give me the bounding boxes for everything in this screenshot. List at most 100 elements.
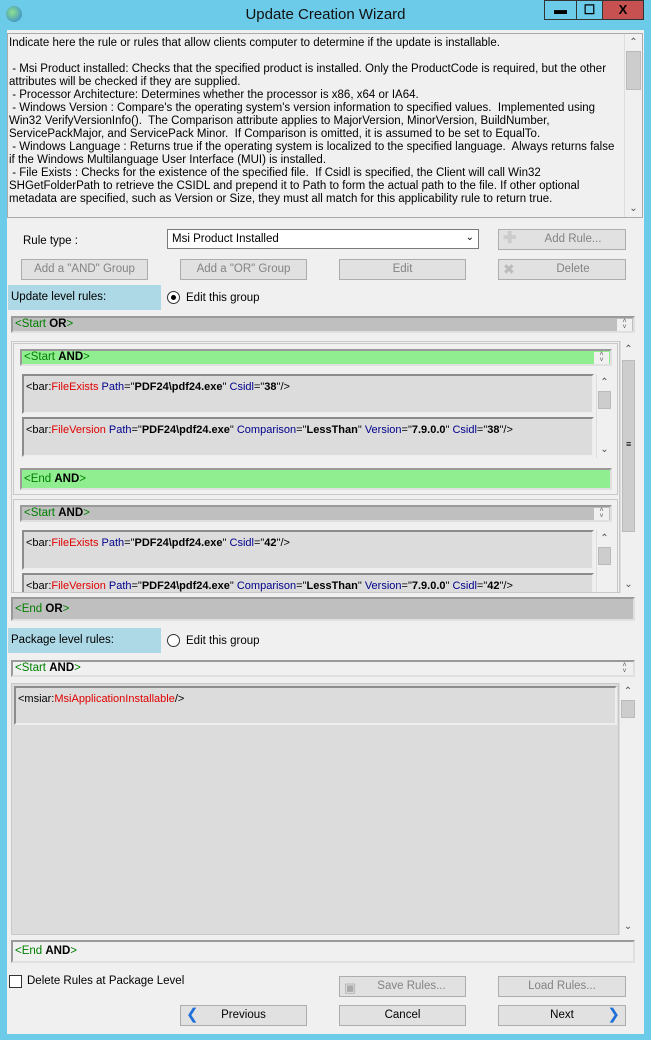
rules-list: <bar:FileExists Path="PDF24\pdf24.exe" C… (20, 372, 613, 460)
rule-type-select[interactable]: Msi Product Installed ⌄ (167, 229, 479, 249)
tag-text: <Start (24, 351, 59, 363)
rule-item[interactable]: <msiar:MsiApplicationInstallable/> (14, 686, 617, 725)
arrow-right-icon: ❯ (607, 1006, 620, 1023)
rule-prefix: <bar: (26, 424, 52, 436)
rule-suffix: /> (280, 537, 290, 549)
description-scrollbar[interactable]: ⌃ ⌄ (624, 34, 642, 217)
attr-name: Csidl (226, 537, 254, 549)
add-and-group-button[interactable]: Add a "AND" Group (21, 259, 148, 280)
spin-icon[interactable]: ˄ ˅ (617, 662, 632, 675)
save-rules-label: Save Rules... (377, 980, 446, 992)
attr-eq: =" (296, 580, 307, 592)
rules-scrollbar[interactable]: ⌃ (596, 530, 612, 592)
plus-icon: ✚ (503, 230, 517, 247)
attr-value: PDF24\pdf24.exe (141, 424, 230, 436)
update-level-radio[interactable] (167, 291, 180, 304)
rule-prefix: <bar: (26, 580, 52, 592)
chevron-down-icon: ⌄ (465, 232, 474, 243)
spin-icon[interactable]: ˄ ˅ (594, 351, 609, 364)
operator-text: AND (45, 945, 71, 957)
package-level-radio[interactable] (167, 634, 180, 647)
package-start-and-bar[interactable]: <Start AND> ˄ ˅ (11, 660, 635, 677)
rule-item[interactable]: <bar:FileVersion Path="PDF24\pdf24.exe" … (22, 417, 594, 457)
tag-close: > (66, 318, 74, 330)
attr-eq: =" (296, 424, 307, 436)
scroll-up-icon[interactable]: ⌃ (625, 34, 642, 51)
start-and-bar[interactable]: <Start AND> ˄ ˅ (20, 349, 612, 366)
package-end-and-bar[interactable]: <End AND> (11, 940, 635, 963)
rule-type-label: Rule type : (23, 235, 78, 247)
edit-button[interactable]: Edit (339, 259, 466, 280)
and-group-1[interactable]: <Start AND> ˄ ˅ <bar:FileExists Path="PDF2… (13, 343, 618, 495)
package-level-radio-label: Edit this group (186, 635, 260, 647)
start-and-bar[interactable]: <Start AND> ˄ ˅ (20, 505, 612, 522)
attr-name: Csidl (226, 381, 254, 393)
attr-value: 7.9.0.0 (411, 424, 446, 436)
update-level-label: Update level rules: (8, 285, 161, 310)
attr-name: Path (105, 424, 132, 436)
attr-eq: =" (124, 381, 135, 393)
package-level-label: Package level rules: (8, 628, 161, 653)
delete-button[interactable]: ✖ Delete (498, 259, 626, 280)
maximize-button[interactable]: ☐ (576, 0, 603, 20)
rules-scrollbar[interactable]: ⌃ ⌄ (596, 374, 612, 458)
attr-value: 38 (264, 381, 277, 393)
add-or-group-button[interactable]: Add a "OR" Group (180, 259, 307, 280)
scroll-thumb[interactable] (626, 51, 641, 90)
attr-eq: =" (476, 424, 488, 436)
attr-eq: =" (401, 580, 412, 592)
update-level-radio-label: Edit this group (186, 292, 260, 304)
tag-close: > (62, 603, 70, 615)
attr-eq: =" (131, 580, 142, 592)
operator-text: OR (45, 603, 63, 615)
add-rule-button[interactable]: ✚ Add Rule... (498, 229, 626, 250)
spin-icon[interactable]: ˄ ˅ (594, 507, 609, 520)
operator-text: AND (54, 473, 80, 485)
attr-eq: =" (253, 537, 265, 549)
or-group-scrollbar[interactable]: ⌃ ≡ ⌄ (620, 341, 636, 593)
and-group-2[interactable]: <Start AND> ˄ ˅ <bar:FileExists Path="PDF2… (13, 499, 618, 592)
next-label: Next (550, 1009, 574, 1021)
tag-text: <Start (15, 662, 50, 674)
rule-name: FileVersion (51, 580, 106, 592)
load-rules-button[interactable]: Load Rules... (498, 976, 626, 997)
tag-close: > (83, 507, 90, 519)
scroll-down-icon[interactable]: ⌄ (625, 200, 642, 217)
package-rules-scrollbar[interactable]: ⌃ ⌄ (619, 683, 636, 935)
attr-name: Csidl (449, 580, 477, 592)
attr-eq: =" (124, 537, 135, 549)
tag-close: > (74, 662, 81, 674)
cancel-button[interactable]: Cancel (339, 1005, 466, 1026)
rule-name: MsiApplicationInstallable (54, 693, 175, 705)
save-rules-button[interactable]: ▣ Save Rules... (339, 976, 466, 997)
rule-item[interactable]: <bar:FileExists Path="PDF24\pdf24.exe" C… (22, 530, 594, 570)
minimize-button[interactable]: ▬ (544, 0, 577, 20)
rule-item[interactable]: <bar:FileVersion Path="PDF24\pdf24.exe" … (22, 573, 594, 592)
attr-name: Version (361, 424, 402, 436)
title-bar: Update Creation Wizard ▬ ☐ X (0, 0, 651, 30)
rule-name: FileExists (51, 537, 99, 549)
delete-pkg-checkbox[interactable] (9, 975, 22, 988)
arrow-left-icon: ❮ (186, 1006, 199, 1023)
rule-prefix: <bar: (26, 537, 52, 549)
tag-text: <Start (24, 507, 59, 519)
start-or-bar[interactable]: <Start OR> ˄ ˅ (11, 316, 635, 333)
operator-text: OR (49, 318, 67, 330)
rule-suffix: /> (280, 381, 290, 393)
next-button[interactable]: Next ❯ (498, 1005, 626, 1026)
spin-icon[interactable]: ˄ ˅ (617, 318, 632, 331)
attr-name: Path (98, 537, 125, 549)
previous-label: Previous (221, 1009, 266, 1021)
add-rule-label: Add Rule... (544, 233, 602, 245)
rules-list: <bar:FileExists Path="PDF24\pdf24.exe" C… (20, 528, 613, 592)
package-rules-list: <msiar:MsiApplicationInstallable/> (11, 683, 619, 935)
or-group-container: <Start AND> ˄ ˅ <bar:FileExists Path="PDF2… (11, 341, 620, 593)
attr-name: Comparison (233, 424, 297, 436)
rule-prefix: <msiar: (18, 693, 55, 705)
attr-value: 38 (487, 424, 500, 436)
end-or-bar[interactable]: <End OR> (11, 597, 635, 621)
previous-button[interactable]: ❮ Previous (180, 1005, 307, 1026)
end-and-bar[interactable]: <End AND> (20, 468, 612, 490)
rule-item[interactable]: <bar:FileExists Path="PDF24\pdf24.exe" C… (22, 374, 594, 414)
close-button[interactable]: X (602, 0, 644, 20)
